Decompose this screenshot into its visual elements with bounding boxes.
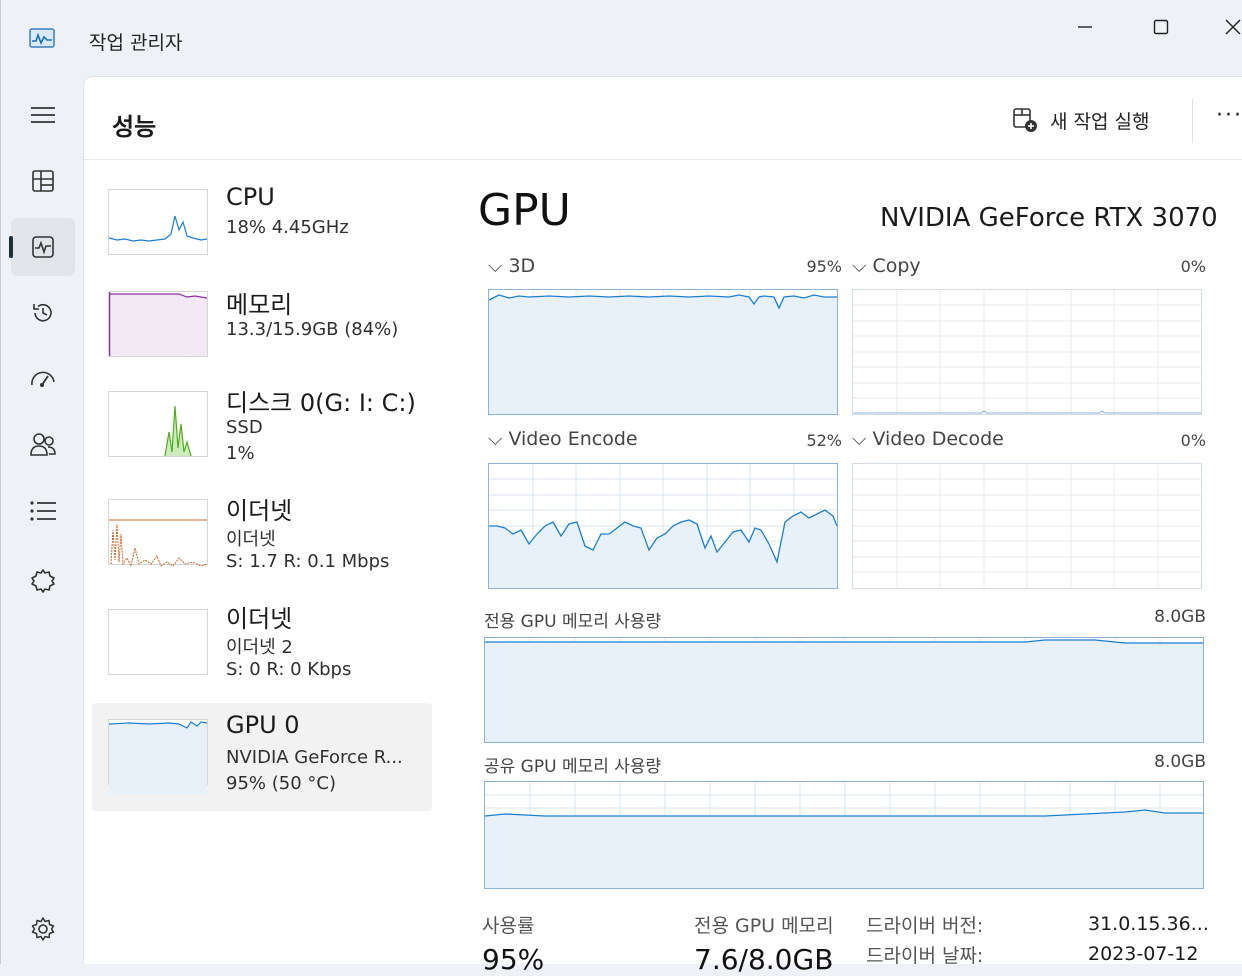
details-list-icon xyxy=(30,501,56,521)
hamburger-menu-icon xyxy=(31,107,55,123)
resource-title: 이더넷 xyxy=(226,605,293,633)
gpu-heading: GPU xyxy=(478,185,571,236)
resource-detail: NVIDIA GeForce R... xyxy=(226,747,403,768)
engine-label: 3D xyxy=(508,255,536,277)
history-icon xyxy=(33,303,52,322)
nav-services[interactable] xyxy=(11,552,75,610)
task-manager-window: 작업 관리자 성능 새 작업 실행 ··· CPU 18% 4.45GHz 메모… xyxy=(0,0,1242,976)
engine-label: Video Encode xyxy=(508,428,638,450)
shared-memory-label: 공유 GPU 메모리 사용량 xyxy=(484,757,662,777)
usage-value: 95% xyxy=(482,943,545,976)
driver-version-value: 31.0.15.36... xyxy=(1088,913,1209,935)
disk-thumbnail-graph xyxy=(108,391,208,457)
engine-graph-video-encode xyxy=(488,463,838,589)
close-button[interactable] xyxy=(1213,10,1242,44)
navigation-rail xyxy=(1,76,83,964)
services-puzzle-icon xyxy=(31,569,55,593)
engine-percent: 95% xyxy=(806,257,842,276)
chevron-down-icon: ⌵ xyxy=(488,255,503,277)
driver-version-label: 드라이버 버전: xyxy=(866,915,984,937)
ethernet-2-thumbnail-graph xyxy=(108,609,208,675)
memory-thumbnail-graph xyxy=(108,291,208,357)
dedicated-memory-stat-value: 7.6/8.0GB xyxy=(694,943,834,976)
engine-graph-copy xyxy=(852,289,1202,415)
resource-detail: SSD xyxy=(226,417,263,438)
chevron-down-icon: ⌵ xyxy=(488,428,503,450)
engine-percent: 52% xyxy=(806,431,842,450)
cpu-thumbnail-graph xyxy=(108,189,208,255)
engine-selector-video-decode[interactable]: ⌵ Video Decode xyxy=(852,428,1004,450)
nav-settings[interactable] xyxy=(11,900,75,958)
nav-app-history[interactable] xyxy=(11,284,75,342)
resource-item-gpu[interactable]: GPU 0 NVIDIA GeForce R... 95% (50 °C) xyxy=(92,703,432,811)
engine-label: Copy xyxy=(872,255,921,277)
task-manager-app-icon xyxy=(29,28,55,48)
resource-detail: 이더넷 2 xyxy=(226,637,293,658)
nav-details[interactable] xyxy=(11,482,75,540)
resource-title: CPU xyxy=(226,183,275,211)
chevron-down-icon: ⌵ xyxy=(852,255,867,277)
resource-detail: S: 1.7 R: 0.1 Mbps xyxy=(226,551,390,572)
performance-page: 성능 새 작업 실행 ··· CPU 18% 4.45GHz 메모리 13.3/… xyxy=(83,76,1242,976)
engine-graph-video-decode xyxy=(852,463,1202,589)
gear-icon xyxy=(31,917,55,941)
toolbar-separator xyxy=(1192,99,1193,143)
gpu-model-name: NVIDIA GeForce RTX 3070 xyxy=(880,203,1218,233)
processes-icon xyxy=(32,170,54,192)
minimize-button[interactable] xyxy=(1065,10,1105,44)
nav-menu-button[interactable] xyxy=(11,86,75,144)
resource-item-ethernet-1[interactable]: 이더넷 이더넷 S: 1.7 R: 0.1 Mbps xyxy=(92,491,432,599)
resource-title: 이더넷 xyxy=(226,497,293,525)
startup-speedometer-icon xyxy=(31,371,55,387)
nav-startup[interactable] xyxy=(11,350,75,408)
title-bar: 작업 관리자 xyxy=(1,0,1242,76)
engine-selector-video-encode[interactable]: ⌵ Video Encode xyxy=(488,428,638,450)
chevron-down-icon: ⌵ xyxy=(852,428,867,450)
dedicated-memory-max: 8.0GB xyxy=(1154,607,1206,627)
run-task-icon xyxy=(1013,108,1037,132)
engine-percent: 0% xyxy=(1180,257,1206,276)
resource-title: 디스크 0(G: I: C:) xyxy=(226,389,416,417)
dedicated-memory-stat-label: 전용 GPU 메모리 xyxy=(694,915,834,937)
resource-detail: 95% (50 °C) xyxy=(226,773,336,794)
header-divider xyxy=(84,159,1242,160)
run-task-label: 새 작업 실행 xyxy=(1050,110,1150,133)
window-title: 작업 관리자 xyxy=(89,32,183,54)
engine-selector-3d[interactable]: ⌵ 3D xyxy=(488,255,535,277)
users-icon xyxy=(30,433,56,456)
usage-label: 사용률 xyxy=(482,915,535,937)
resource-title: 메모리 xyxy=(226,291,293,319)
nav-users[interactable] xyxy=(11,416,75,474)
run-new-task-button[interactable]: 새 작업 실행 xyxy=(1012,103,1149,137)
engine-label: Video Decode xyxy=(872,428,1004,450)
resource-detail: 이더넷 xyxy=(226,529,276,550)
shared-memory-max: 8.0GB xyxy=(1154,752,1206,772)
shared-memory-graph xyxy=(484,781,1204,889)
nav-processes[interactable] xyxy=(11,152,75,210)
more-options-button[interactable]: ··· xyxy=(1216,103,1242,128)
dedicated-memory-label: 전용 GPU 메모리 사용량 xyxy=(484,612,662,632)
driver-date-value: 2023-07-12 xyxy=(1088,943,1199,965)
resource-title: GPU 0 xyxy=(226,711,300,739)
resource-item-cpu[interactable]: CPU 18% 4.45GHz xyxy=(92,177,432,285)
resource-detail: 1% xyxy=(226,443,255,464)
page-title: 성능 xyxy=(112,113,157,141)
dedicated-memory-graph xyxy=(484,637,1204,743)
performance-icon xyxy=(32,236,54,258)
resource-detail: S: 0 R: 0 Kbps xyxy=(226,659,352,680)
engine-selector-copy[interactable]: ⌵ Copy xyxy=(852,255,921,277)
resource-item-ethernet-2[interactable]: 이더넷 이더넷 2 S: 0 R: 0 Kbps xyxy=(92,599,432,707)
engine-graph-3d xyxy=(488,289,838,415)
resource-detail: 13.3/15.9GB (84%) xyxy=(226,319,399,340)
ethernet-thumbnail-graph xyxy=(108,499,208,568)
resource-detail: 18% 4.45GHz xyxy=(226,217,349,238)
nav-performance[interactable] xyxy=(9,218,75,276)
resource-item-disk[interactable]: 디스크 0(G: I: C:) SSD 1% xyxy=(92,383,432,491)
gpu-thumbnail-graph xyxy=(108,719,208,794)
engine-percent: 0% xyxy=(1180,431,1206,450)
maximize-button[interactable] xyxy=(1141,10,1181,44)
resource-item-memory[interactable]: 메모리 13.3/15.9GB (84%) xyxy=(92,285,432,393)
